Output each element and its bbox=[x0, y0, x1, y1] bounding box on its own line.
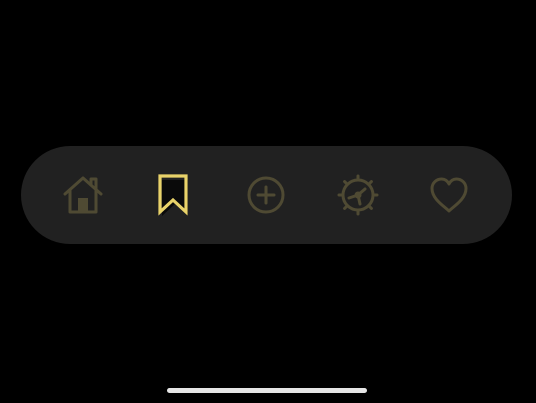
heart-icon bbox=[430, 177, 468, 213]
gear-icon bbox=[337, 174, 379, 216]
bookmark-icon bbox=[158, 174, 188, 216]
tab-favorite[interactable] bbox=[414, 146, 484, 244]
bottom-tab-bar bbox=[21, 146, 512, 244]
tab-bookmark[interactable] bbox=[138, 146, 208, 244]
home-indicator[interactable] bbox=[167, 388, 367, 393]
tab-add[interactable] bbox=[231, 146, 301, 244]
plus-circle-icon bbox=[247, 176, 285, 214]
app-screen bbox=[0, 0, 536, 403]
home-icon bbox=[63, 176, 103, 214]
tab-home[interactable] bbox=[48, 146, 118, 244]
tab-settings[interactable] bbox=[323, 146, 393, 244]
